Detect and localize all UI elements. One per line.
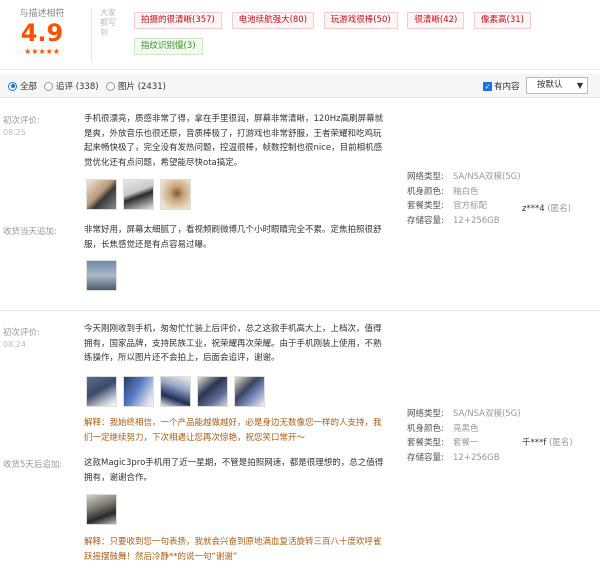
followup-text: 非常好用，屏幕太细腻了，看视频刷微博几个小时眼睛完全不累。定焦拍照很舒服，长焦感…: [84, 225, 382, 250]
filter-images-radio[interactable]: 图片 (2431): [106, 80, 166, 92]
spec-value: 官方标配: [453, 201, 488, 211]
followup-label: 收货当天追加:: [3, 227, 57, 237]
tag-heading: 大家都写到: [100, 8, 116, 37]
followup-label: 收货5天后追加:: [3, 460, 63, 470]
score-title: 与描述相符: [19, 9, 65, 19]
review-image[interactable]: [86, 179, 117, 210]
review-filter-bar: 全部 追评 (338) 图片 (2431) ✓ 有内容 按默认 ▼: [0, 74, 600, 98]
reviewer: z***4 (匿名): [522, 202, 571, 214]
seller-reply: 解释：我始终相信，一个产品能越做越好，必是身边无数像您一样的人支持，我们一定继续…: [84, 418, 382, 443]
review-image[interactable]: [234, 376, 265, 407]
followup-images: [86, 260, 123, 291]
review-image[interactable]: [86, 260, 117, 291]
spec-row: 存储容量: 12+256GB: [407, 214, 521, 229]
spec-value: SA/NSA双模(5G): [453, 172, 521, 182]
review-images: [86, 179, 197, 210]
spec-key: 存储容量:: [407, 215, 444, 226]
spec-row: 机身颜色: 釉白色: [407, 185, 521, 200]
review-image[interactable]: [197, 376, 228, 407]
followup-text: 这款Magic3pro手机用了近一星期，不管是拍照网速，都是很理想的，总之值得拥…: [84, 458, 384, 483]
spec-key: 机身颜色:: [407, 423, 444, 434]
checkmark-icon: ✓: [483, 81, 492, 91]
divider: [91, 8, 92, 62]
review-date: 08.25: [3, 128, 26, 137]
review-image[interactable]: [86, 494, 117, 525]
review-item: 初次评价: 08.24 今天刚刚收到手机，匆匆忙忙装上后评价，总之这款手机高大上…: [0, 312, 600, 569]
score-block: 与描述相符 4.9 ★★★★★: [0, 6, 84, 56]
spec-key: 机身颜色:: [407, 186, 444, 197]
purchase-specs: 网络类型: SA/NSA双模(5G) 机身颜色: 亮黑色 套餐类型: 套餐一 存储容量…: [407, 407, 521, 465]
anonymous-tag: (匿名): [547, 204, 571, 214]
review-text: 手机很漂亮，质感非常了得，拿在手里很润，屏幕非常清晰，120Hz高刷屏幕就是爽，…: [84, 114, 384, 168]
tag-item[interactable]: 玩游戏很棒(50): [323, 12, 398, 29]
spec-value: 亮黑色: [453, 423, 479, 434]
sort-dropdown[interactable]: 按默认 ▼: [526, 77, 588, 94]
spec-row: 套餐类型: 官方标配: [407, 199, 521, 214]
spec-key: 套餐类型:: [407, 201, 444, 211]
reviewer: 千***f (匿名): [522, 436, 573, 448]
sort-value: 按默认: [537, 80, 563, 90]
tag-item[interactable]: 电池续航强大(80): [231, 12, 315, 29]
spec-key: 套餐类型:: [407, 438, 444, 448]
review-image[interactable]: [123, 179, 154, 210]
spec-row: 网络类型: SA/NSA双模(5G): [407, 407, 521, 422]
initial-review-label: 初次评价:: [3, 116, 40, 126]
review-image[interactable]: [123, 376, 154, 407]
filter-label: 图片 (2431): [118, 82, 166, 92]
filter-label: 全部: [20, 82, 38, 92]
review-image[interactable]: [86, 376, 117, 407]
radio-icon: [44, 81, 53, 91]
anonymous-tag: (匿名): [548, 438, 573, 448]
tag-item-negative[interactable]: 指纹识别慢(3): [134, 38, 203, 55]
spec-key: 网络类型:: [407, 172, 444, 182]
chevron-down-icon: ▼: [576, 81, 583, 90]
review-image[interactable]: [160, 376, 191, 407]
checkbox-label: 有内容: [494, 82, 520, 92]
spec-row: 存储容量: 12+256GB: [407, 451, 521, 466]
tag-item[interactable]: 很清晰(42): [407, 12, 465, 29]
filter-label: 追评 (338): [56, 82, 99, 92]
score-value: 4.9: [20, 19, 64, 47]
review-date: 08.24: [3, 340, 26, 349]
spec-value: 12+256GB: [453, 452, 500, 463]
initial-review-label: 初次评价:: [3, 328, 40, 338]
filter-all-radio[interactable]: 全部: [8, 80, 37, 92]
rating-summary: 与描述相符 4.9 ★★★★★ 大家都写到 拍摄的很清晰(357) 电池续航强大…: [0, 0, 600, 70]
spec-row: 网络类型: SA/NSA双模(5G): [407, 170, 521, 185]
tag-item[interactable]: 像素高(31): [474, 12, 531, 29]
review-images: [86, 376, 271, 407]
spec-row: 机身颜色: 亮黑色: [407, 422, 521, 437]
spec-key: 网络类型:: [407, 409, 444, 419]
radio-selected-icon: [8, 81, 17, 91]
reviewer-name: z***4: [522, 204, 545, 214]
followup-images: [86, 494, 123, 525]
review-item: 初次评价: 08.25 手机很漂亮，质感非常了得，拿在手里很润，屏幕非常清晰，1…: [0, 100, 600, 311]
tag-item[interactable]: 拍摄的很清晰(357): [134, 12, 222, 29]
star-rating-icon: ★★★★★: [24, 47, 60, 56]
review-image[interactable]: [160, 179, 191, 210]
spec-value: 釉白色: [453, 186, 479, 197]
spec-value: 12+256GB: [453, 215, 500, 226]
spec-value: 套餐一: [453, 438, 479, 448]
impression-tags: 拍摄的很清晰(357) 电池续航强大(80) 玩游戏很棒(50) 很清晰(42)…: [134, 12, 594, 64]
review-text: 今天刚刚收到手机，匆匆忙忙装上后评价，总之这款手机高大上，上档次，值得拥有，国家…: [84, 324, 382, 363]
seller-followup-reply: 解释：只要收到您一句表扬，我就会兴奋到原地满血复活旋转三百八十度欢呼雀跃摇摆鼓舞…: [84, 537, 382, 562]
spec-key: 存储容量:: [407, 452, 444, 463]
spec-value: SA/NSA双模(5G): [453, 409, 521, 419]
purchase-specs: 网络类型: SA/NSA双模(5G) 机身颜色: 釉白色 套餐类型: 官方标配 存储容…: [407, 170, 521, 228]
filter-followup-radio[interactable]: 追评 (338): [44, 80, 99, 92]
reviewer-name: 千***f: [522, 438, 547, 448]
spec-row: 套餐类型: 套餐一: [407, 436, 521, 451]
radio-icon: [106, 81, 115, 91]
has-content-checkbox[interactable]: ✓ 有内容: [483, 80, 520, 92]
